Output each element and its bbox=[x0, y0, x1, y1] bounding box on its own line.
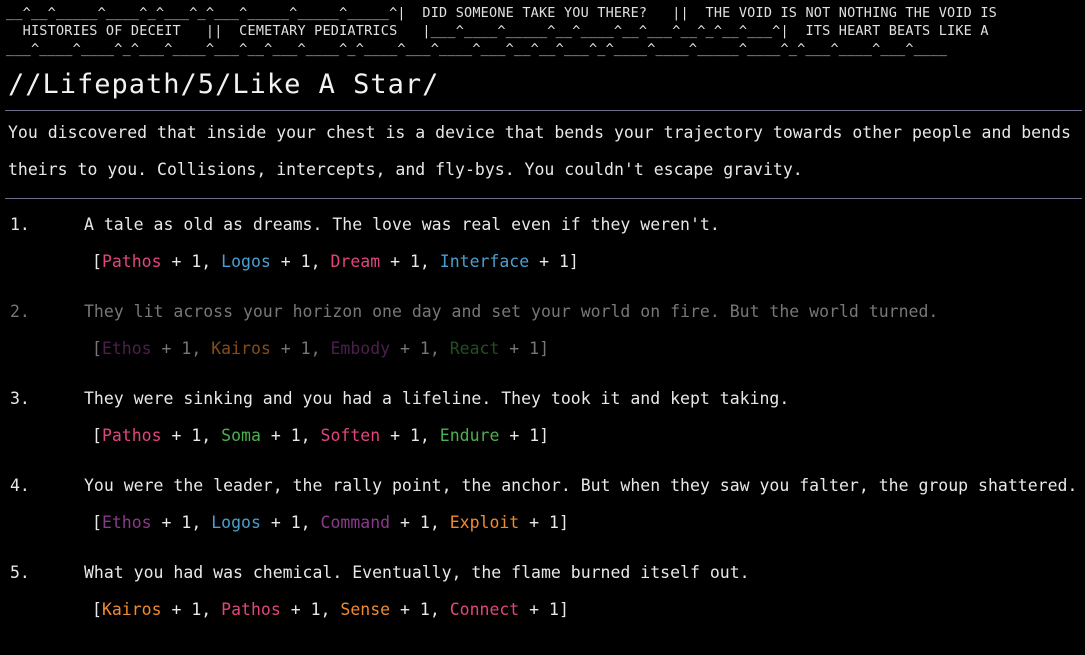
stat-name: Ethos bbox=[101, 339, 152, 358]
option-text[interactable]: They were sinking and you had a lifeline… bbox=[84, 380, 789, 417]
stat-name: Soma bbox=[221, 426, 261, 445]
option-stats: [Pathos + 1, Logos + 1, Dream + 1, Inter… bbox=[92, 243, 579, 280]
stat-bonus: + 1 bbox=[380, 252, 420, 271]
stat-separator: , bbox=[429, 339, 450, 358]
option-stats: [Ethos + 1, Logos + 1, Command + 1, Expl… bbox=[92, 504, 569, 541]
option-number: 3. bbox=[10, 389, 30, 408]
stats-close-bracket: ] bbox=[559, 600, 569, 619]
option-text[interactable]: You were the leader, the rally point, th… bbox=[84, 467, 1077, 504]
option-text[interactable]: A tale as old as dreams. The love was re… bbox=[84, 206, 720, 243]
stat-name: Pathos bbox=[101, 426, 162, 445]
lifepath-option[interactable]: 5. What you had was chemical. Eventually,… bbox=[0, 554, 1085, 641]
stat-bonus: + 1 bbox=[519, 513, 559, 532]
option-stats: [Ethos + 1, Kairos + 1, Embody + 1, Reac… bbox=[92, 330, 549, 367]
stat-bonus: + 1 bbox=[390, 339, 430, 358]
stat-separator: , bbox=[201, 600, 222, 619]
option-number: 5. bbox=[10, 563, 30, 582]
stat-name: Interface bbox=[439, 252, 530, 271]
stat-bonus: + 1 bbox=[499, 339, 540, 358]
stats-open-bracket: [ bbox=[92, 600, 102, 619]
stat-bonus: + 1 bbox=[151, 339, 192, 358]
stats-open-bracket: [ bbox=[92, 426, 102, 445]
stat-name: Pathos bbox=[221, 600, 281, 619]
stats-close-bracket: ] bbox=[559, 513, 569, 532]
option-number: 4. bbox=[10, 476, 30, 495]
stat-bonus: + 1 bbox=[380, 426, 420, 445]
stats-open-bracket: [ bbox=[92, 339, 102, 358]
stat-name: Kairos bbox=[211, 339, 271, 358]
stat-separator: , bbox=[300, 513, 321, 532]
stat-name: Connect bbox=[449, 600, 520, 619]
stat-name: Dream bbox=[330, 252, 381, 271]
stat-bonus: + 1 bbox=[270, 252, 311, 271]
stat-bonus: + 1 bbox=[499, 426, 540, 445]
lifepath-option[interactable]: 4. You were the leader, the rally point, … bbox=[0, 467, 1085, 554]
stat-separator: , bbox=[320, 600, 341, 619]
stats-open-bracket: [ bbox=[92, 252, 102, 271]
stat-bonus: + 1 bbox=[260, 426, 301, 445]
stat-bonus: + 1 bbox=[161, 252, 202, 271]
stat-name: Sense bbox=[340, 600, 391, 619]
stat-separator: , bbox=[191, 339, 212, 358]
stat-name: Pathos bbox=[101, 252, 162, 271]
stat-name: Command bbox=[320, 513, 391, 532]
stats-close-bracket: ] bbox=[539, 426, 550, 445]
stat-bonus: + 1 bbox=[390, 513, 430, 532]
marquee-line-1: __^__^_____^____^_^___^_^___^_____^_____… bbox=[6, 5, 997, 21]
stat-separator: , bbox=[429, 600, 450, 619]
stat-name: Kairos bbox=[101, 600, 162, 619]
stats-close-bracket: ] bbox=[539, 339, 550, 358]
stat-separator: , bbox=[300, 426, 321, 445]
stat-name: React bbox=[449, 339, 500, 358]
stat-name: Soften bbox=[320, 426, 381, 445]
stats-close-bracket: ] bbox=[568, 252, 579, 271]
stat-bonus: + 1 bbox=[519, 600, 559, 619]
stat-bonus: + 1 bbox=[161, 600, 202, 619]
divider-bottom bbox=[5, 198, 1082, 199]
stat-bonus: + 1 bbox=[151, 513, 192, 532]
lifepath-description: You discovered that inside your chest is… bbox=[8, 123, 1071, 179]
lifepath-options: 1. A tale as old as dreams. The love was … bbox=[0, 206, 1085, 641]
option-text[interactable]: They lit across your horizon one day and… bbox=[84, 293, 938, 330]
stat-name: Exploit bbox=[449, 513, 520, 532]
stat-name: Ethos bbox=[101, 513, 152, 532]
option-stats: [Pathos + 1, Soma + 1, Soften + 1, Endur… bbox=[92, 417, 549, 454]
option-stats: [Kairos + 1, Pathos + 1, Sense + 1, Conn… bbox=[92, 591, 569, 628]
divider-top bbox=[5, 110, 1082, 111]
marquee-line-2: HISTORIES OF DECEIT || CEMETARY PEDIATRI… bbox=[6, 23, 989, 39]
stat-bonus: + 1 bbox=[280, 600, 321, 619]
stat-bonus: + 1 bbox=[260, 513, 301, 532]
stat-bonus: + 1 bbox=[390, 600, 430, 619]
page-title: //Lifepath/5/Like A Star/ bbox=[8, 69, 440, 100]
lifepath-option[interactable]: 1. A tale as old as dreams. The love was … bbox=[0, 206, 1085, 293]
stats-open-bracket: [ bbox=[92, 513, 102, 532]
stat-name: Endure bbox=[439, 426, 500, 445]
stat-separator: , bbox=[201, 426, 222, 445]
stat-name: Embody bbox=[330, 339, 391, 358]
stat-bonus: + 1 bbox=[270, 339, 311, 358]
option-number: 2. bbox=[10, 302, 30, 321]
stat-bonus: + 1 bbox=[161, 426, 202, 445]
stat-separator: , bbox=[201, 252, 222, 271]
option-text[interactable]: What you had was chemical. Eventually, t… bbox=[84, 554, 750, 591]
stat-separator: , bbox=[429, 513, 450, 532]
stat-name: Logos bbox=[221, 252, 271, 271]
stat-bonus: + 1 bbox=[529, 252, 569, 271]
stat-separator: , bbox=[310, 339, 331, 358]
lifepath-option[interactable]: 3. They were sinking and you had a lifeli… bbox=[0, 380, 1085, 467]
marquee-line-3: ___^____^____^_^___^____^___^__^___^____… bbox=[6, 41, 948, 57]
stat-separator: , bbox=[419, 426, 440, 445]
lifepath-option[interactable]: 2. They lit across your horizon one day a… bbox=[0, 293, 1085, 380]
stat-name: Logos bbox=[211, 513, 261, 532]
stat-separator: , bbox=[191, 513, 212, 532]
option-number: 1. bbox=[10, 215, 30, 234]
stat-separator: , bbox=[310, 252, 331, 271]
stat-separator: , bbox=[419, 252, 440, 271]
